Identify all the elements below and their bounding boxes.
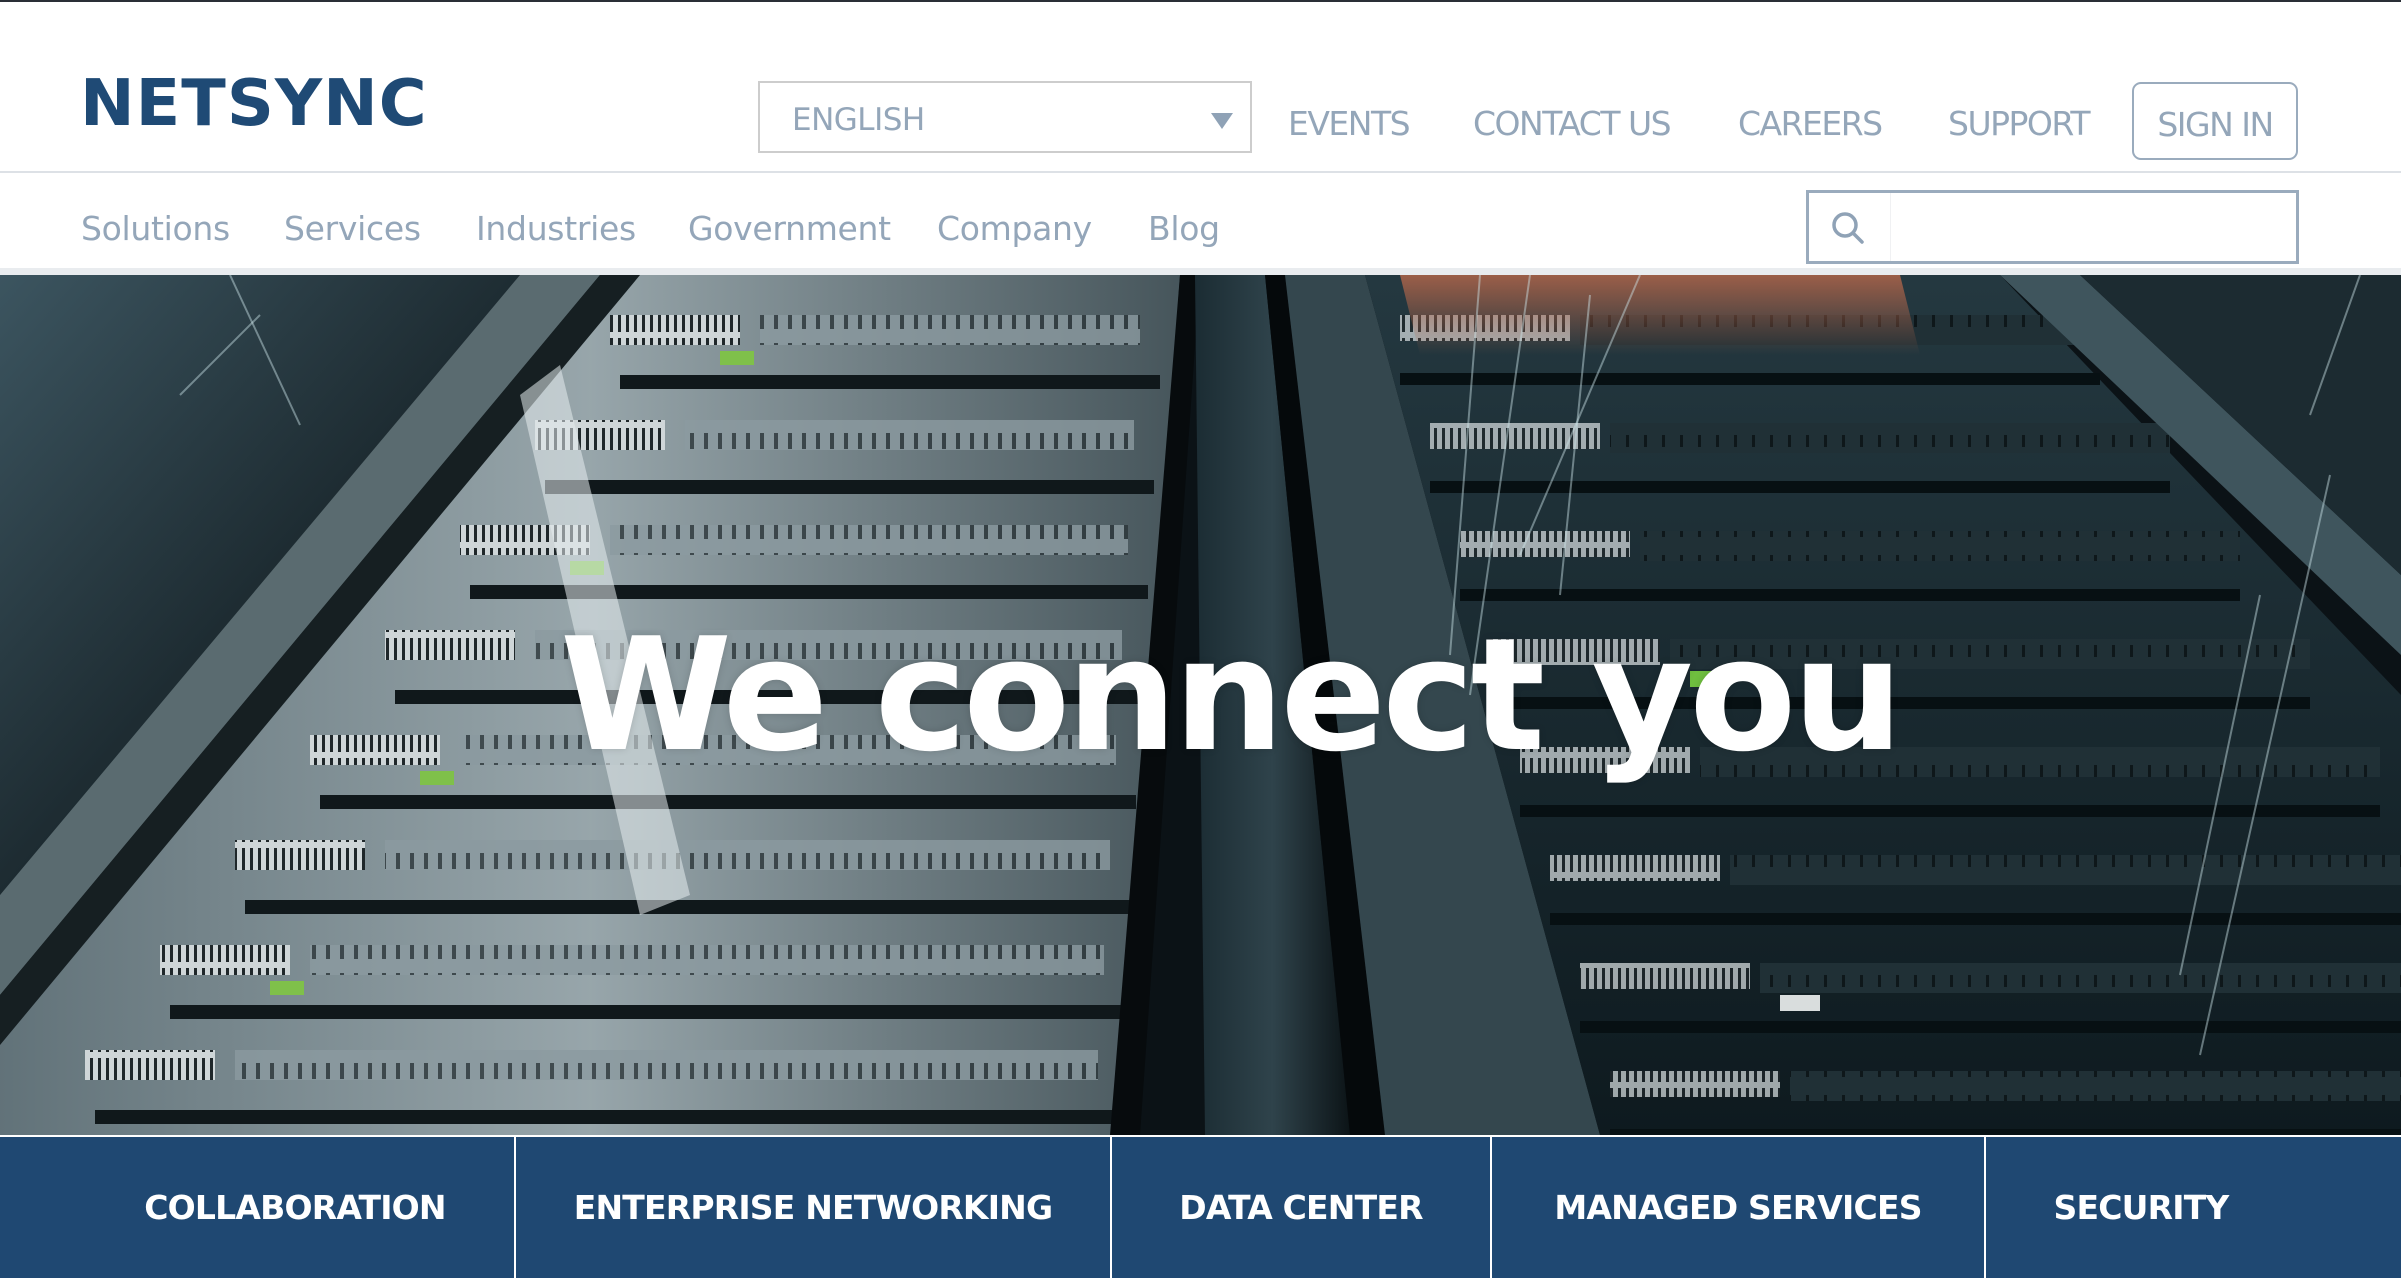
rack-vent-row xyxy=(310,945,1104,975)
rack-gap xyxy=(95,1110,1118,1124)
rack-gap xyxy=(170,1005,1124,1019)
sign-in-button[interactable]: SIGN IN xyxy=(2132,82,2298,160)
rack-vent-row xyxy=(1790,1071,2401,1101)
rack-grill xyxy=(160,945,290,975)
nav-link-contact-us[interactable]: CONTACT US xyxy=(1473,104,1672,144)
hero-headline: We connect you xyxy=(560,604,1903,786)
search-input[interactable] xyxy=(1893,193,2297,263)
rack-grill xyxy=(310,735,440,765)
main-nav-blog[interactable]: Blog xyxy=(1148,207,1220,251)
rack-grill xyxy=(1580,963,1750,989)
header-divider xyxy=(0,171,2401,173)
rack-vent-row xyxy=(760,315,1140,345)
rack-grill xyxy=(610,315,740,345)
rack-grill xyxy=(1460,531,1630,557)
rack-vent-row xyxy=(1730,855,2401,885)
language-selected-value: ENGLISH xyxy=(792,102,925,138)
rack-status-led xyxy=(270,981,304,995)
rack-vent-row xyxy=(1760,963,2401,993)
category-collaboration[interactable]: COLLABORATION xyxy=(76,1137,514,1278)
rack-grill xyxy=(85,1050,215,1080)
rack-status-led xyxy=(1780,995,1820,1011)
rack-gap xyxy=(1400,373,2100,385)
search-box[interactable] xyxy=(1806,190,2299,264)
main-nav-industries[interactable]: Industries xyxy=(476,207,636,251)
rack-status-led xyxy=(420,771,454,785)
rack-vent-row xyxy=(235,1050,1098,1080)
rack-vent-row xyxy=(685,420,1134,450)
search-separator xyxy=(1890,193,1891,261)
category-enterprise-networking[interactable]: ENTERPRISE NETWORKING xyxy=(516,1137,1110,1278)
rack-gap xyxy=(1580,1021,2401,1033)
category-managed-services[interactable]: MANAGED SERVICES xyxy=(1492,1137,1984,1278)
rack-gap xyxy=(1460,589,2240,601)
caret-down-icon xyxy=(1211,113,1233,129)
nav-link-support[interactable]: SUPPORT xyxy=(1948,104,2091,144)
rack-grill xyxy=(385,630,515,660)
rack-gap xyxy=(1550,913,2401,925)
top-border xyxy=(0,0,2401,2)
rack-gap xyxy=(620,375,1160,389)
rack-grill xyxy=(1610,1071,1780,1097)
rack-vent-row xyxy=(1610,423,2170,453)
main-nav-company[interactable]: Company xyxy=(937,207,1092,251)
netsync-logo[interactable]: NETSYNC xyxy=(80,68,428,140)
rack-vent-row xyxy=(385,840,1110,870)
language-select[interactable]: ENGLISH xyxy=(758,81,1252,153)
rack-gap xyxy=(245,900,1130,914)
rack-vent-row xyxy=(610,525,1128,555)
main-nav-solutions[interactable]: Solutions xyxy=(81,207,230,251)
rack-grill xyxy=(1550,855,1720,881)
nav-link-events[interactable]: EVENTS xyxy=(1288,104,1411,144)
rack-vent-row xyxy=(1640,531,2240,561)
rack-gap xyxy=(1520,805,2380,817)
search-icon[interactable] xyxy=(1831,211,1865,245)
main-nav-government[interactable]: Government xyxy=(688,207,891,251)
rack-gap xyxy=(320,795,1136,809)
category-data-center[interactable]: DATA CENTER xyxy=(1112,1137,1490,1278)
rack-gap xyxy=(545,480,1154,494)
nav-link-careers[interactable]: CAREERS xyxy=(1738,104,1883,144)
rack-status-led xyxy=(720,351,754,365)
rack-grill xyxy=(235,840,365,870)
category-bar: COLLABORATION ENTERPRISE NETWORKING DATA… xyxy=(0,1137,2401,1278)
hero-banner: We connect you xyxy=(0,275,2401,1135)
main-nav-services[interactable]: Services xyxy=(284,207,421,251)
category-security[interactable]: SECURITY xyxy=(1986,1137,2296,1278)
rack-gap xyxy=(1430,481,2170,493)
